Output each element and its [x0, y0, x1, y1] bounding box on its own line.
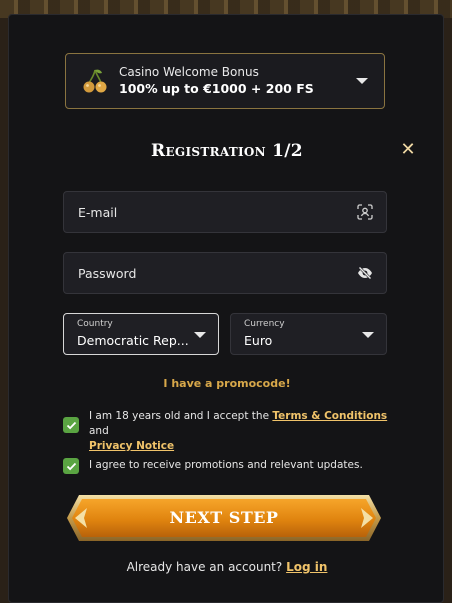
password-placeholder: Password — [78, 265, 137, 281]
currency-select[interactable]: Currency Euro — [230, 313, 387, 355]
email-placeholder: E-mail — [78, 204, 118, 220]
chevron-down-icon — [356, 78, 368, 84]
registration-modal: Casino Welcome Bonus 100% up to €1000 + … — [8, 14, 444, 603]
password-field[interactable]: Password — [63, 252, 387, 294]
login-link[interactable]: Log in — [286, 560, 327, 574]
bonus-subtitle: 100% up to €1000 + 200 FS — [119, 81, 314, 96]
login-prompt: Already have an account? Log in — [9, 560, 445, 574]
next-step-label: NEXT STEP — [169, 508, 279, 527]
check-icon — [66, 462, 76, 470]
privacy-link[interactable]: Privacy Notice — [89, 440, 174, 452]
terms-and: and — [89, 425, 109, 437]
currency-label: Currency — [244, 319, 285, 329]
bonus-selector[interactable]: Casino Welcome Bonus 100% up to €1000 + … — [65, 53, 385, 109]
country-label: Country — [77, 319, 113, 329]
check-icon — [66, 421, 76, 429]
page-title: Registration 1/2 — [151, 141, 303, 161]
next-step-button[interactable]: NEXT STEP — [65, 493, 383, 543]
country-select[interactable]: Country Democratic Rep... — [63, 313, 219, 355]
promotions-checkbox[interactable] — [63, 458, 79, 474]
promotions-text: I agree to receive promotions and releva… — [89, 459, 363, 471]
face-scan-icon — [357, 204, 373, 220]
chevron-down-icon — [194, 332, 206, 338]
close-icon[interactable]: ✕ — [399, 141, 417, 159]
eye-off-icon[interactable] — [356, 264, 374, 282]
terms-text: I am 18 years old and I accept the Terms… — [89, 409, 389, 454]
chevron-down-icon — [362, 332, 374, 338]
bonus-title: Casino Welcome Bonus — [119, 65, 259, 79]
country-value: Democratic Rep... — [77, 333, 189, 348]
cherry-icon — [83, 69, 107, 93]
terms-checkbox[interactable] — [63, 417, 79, 433]
email-field[interactable]: E-mail — [63, 191, 387, 233]
terms-link[interactable]: Terms & Conditions — [272, 410, 387, 422]
promocode-link[interactable]: I have a promocode! — [9, 377, 445, 390]
account-text: Already have an account? — [126, 560, 283, 574]
terms-prefix: I am 18 years old and I accept the — [89, 410, 270, 422]
currency-value: Euro — [244, 333, 273, 348]
